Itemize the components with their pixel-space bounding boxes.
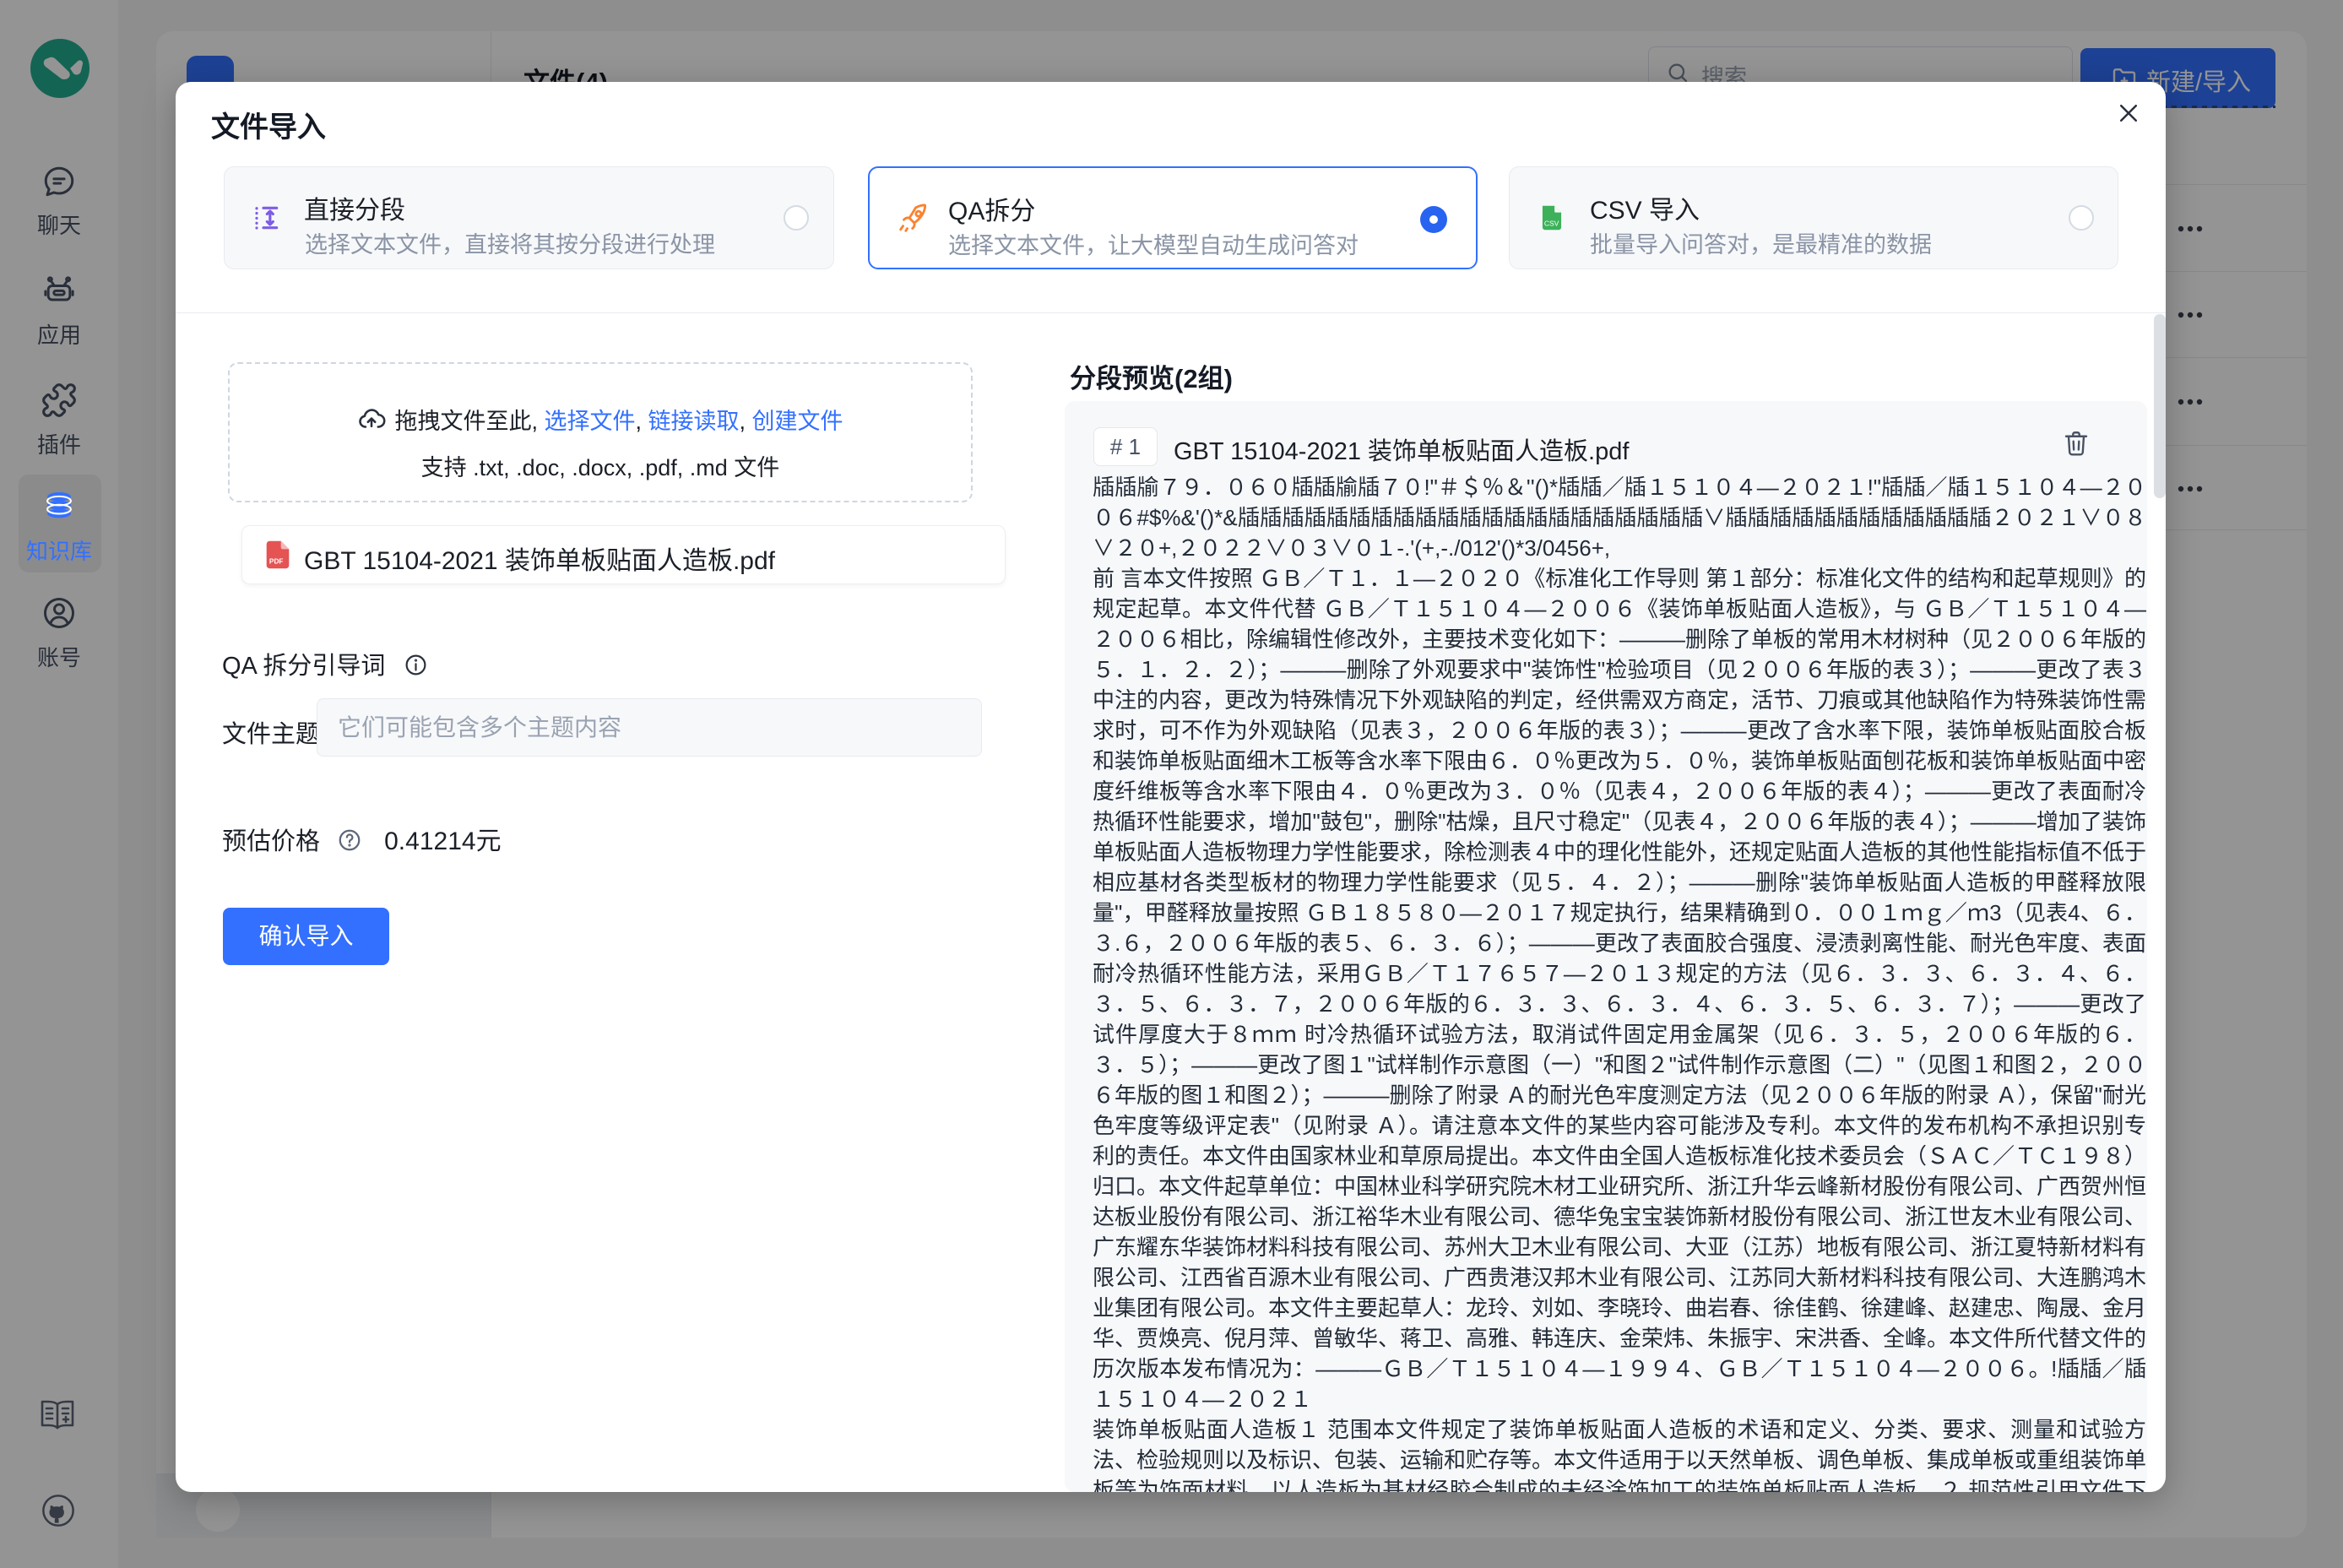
svg-text:CSV: CSV	[1544, 220, 1559, 228]
svg-text:PDF: PDF	[269, 557, 284, 565]
